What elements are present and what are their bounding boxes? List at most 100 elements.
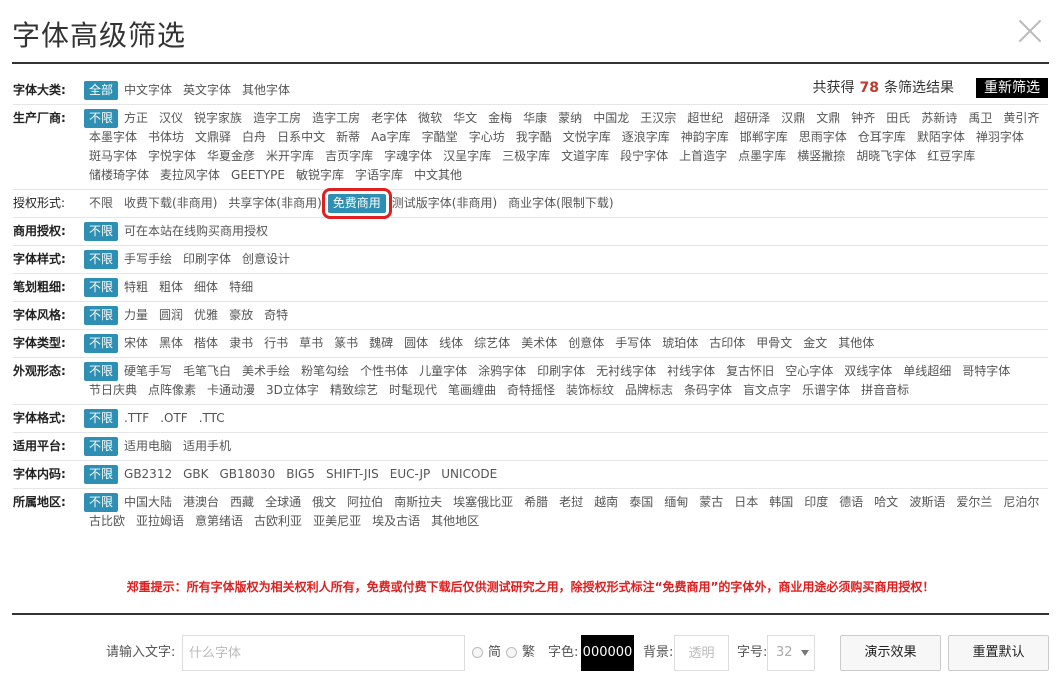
filter-option[interactable]: 硬笔手写 bbox=[119, 362, 177, 381]
filter-option[interactable]: 不限 bbox=[84, 465, 119, 484]
filter-option[interactable]: 锐字家族 bbox=[189, 109, 247, 128]
filter-option[interactable]: 我字酷 bbox=[511, 128, 557, 147]
filter-option[interactable]: 不限 bbox=[84, 222, 119, 241]
filter-option[interactable]: SHIFT-JIS bbox=[321, 465, 384, 484]
filter-option[interactable]: 黑体 bbox=[154, 334, 188, 353]
filter-option[interactable]: 禹卫 bbox=[963, 109, 997, 128]
filter-option[interactable]: 宋体 bbox=[119, 334, 153, 353]
filter-option[interactable]: .TTC bbox=[194, 409, 230, 428]
filter-option[interactable]: 收费下载(非商用) bbox=[119, 194, 222, 213]
filter-option[interactable]: 商业字体(限制下载) bbox=[503, 194, 618, 213]
filter-option[interactable]: 不限 bbox=[84, 194, 118, 213]
filter-option[interactable]: 共享字体(非商用) bbox=[223, 194, 326, 213]
filter-option[interactable]: 上首造字 bbox=[674, 147, 732, 166]
filter-option[interactable]: 日本 bbox=[729, 493, 763, 512]
filter-option[interactable]: 古欧利亚 bbox=[249, 512, 307, 531]
filter-option[interactable]: 手写体 bbox=[610, 334, 656, 353]
filter-option[interactable]: 缅甸 bbox=[659, 493, 693, 512]
filter-option[interactable]: 泰国 bbox=[624, 493, 658, 512]
filter-option[interactable]: 字语字库 bbox=[350, 166, 408, 185]
filter-option[interactable]: 甲骨文 bbox=[751, 334, 797, 353]
filter-option[interactable]: 点阵像素 bbox=[143, 381, 201, 400]
filter-option[interactable]: 魏碑 bbox=[364, 334, 398, 353]
filter-option[interactable]: 不限 bbox=[84, 437, 119, 456]
filter-option[interactable]: 王汉宗 bbox=[635, 109, 681, 128]
filter-option[interactable]: 胡晓飞字体 bbox=[851, 147, 921, 166]
filter-option[interactable]: 超研泽 bbox=[729, 109, 775, 128]
filter-option[interactable]: 行书 bbox=[259, 334, 293, 353]
filter-option[interactable]: 可在本站在线购买商用授权 bbox=[119, 222, 273, 241]
filter-option[interactable]: 不限 bbox=[84, 250, 119, 269]
filter-option[interactable]: 亚美尼亚 bbox=[308, 512, 366, 531]
filter-option[interactable]: .TTF bbox=[119, 409, 154, 428]
reset-default-button[interactable]: 重置默认 bbox=[948, 635, 1049, 671]
filter-option[interactable]: 尼泊尔 bbox=[998, 493, 1044, 512]
filter-option[interactable]: 不限 bbox=[84, 409, 119, 428]
filter-option[interactable]: GEETYPE bbox=[226, 166, 290, 185]
filter-option[interactable]: 逐浪字库 bbox=[617, 128, 675, 147]
filter-option[interactable]: 不限 bbox=[84, 306, 119, 325]
reset-filter-button[interactable]: 重新筛选 bbox=[976, 78, 1048, 98]
filter-option[interactable]: 禅羽字体 bbox=[971, 128, 1029, 147]
filter-option[interactable]: EUC-JP bbox=[385, 465, 436, 484]
filter-option[interactable]: 三极字库 bbox=[497, 147, 555, 166]
filter-option[interactable]: 华夏金彦 bbox=[202, 147, 260, 166]
filter-option[interactable]: 奇特摇怪 bbox=[502, 381, 560, 400]
filter-option[interactable]: 粗体 bbox=[154, 278, 188, 297]
filter-option[interactable]: 点墨字库 bbox=[733, 147, 791, 166]
filter-option[interactable]: 越南 bbox=[589, 493, 623, 512]
filter-option[interactable]: 单线超细 bbox=[898, 362, 956, 381]
filter-option[interactable]: 英文字体 bbox=[178, 81, 236, 100]
filter-option[interactable]: 黄引齐 bbox=[998, 109, 1044, 128]
filter-option[interactable]: 条码字体 bbox=[679, 381, 737, 400]
filter-option[interactable]: UNICODE bbox=[436, 465, 502, 484]
filter-option[interactable]: 德语 bbox=[834, 493, 868, 512]
filter-option[interactable]: 无衬线字体 bbox=[591, 362, 661, 381]
filter-option[interactable]: 苏新诗 bbox=[916, 109, 962, 128]
filter-option[interactable]: 储楼琦字体 bbox=[84, 166, 154, 185]
filter-option[interactable]: 创意体 bbox=[563, 334, 609, 353]
filter-option[interactable]: 不限 bbox=[84, 334, 119, 353]
filter-option[interactable]: 复古怀旧 bbox=[721, 362, 779, 381]
filter-option[interactable]: 韩国 bbox=[764, 493, 798, 512]
filter-option[interactable]: 创意设计 bbox=[237, 250, 295, 269]
filter-option[interactable]: 美术体 bbox=[516, 334, 562, 353]
filter-option[interactable]: 笔画缠曲 bbox=[443, 381, 501, 400]
filter-option[interactable]: 不限 bbox=[84, 493, 119, 512]
filter-option[interactable]: 吉页字库 bbox=[320, 147, 378, 166]
filter-option[interactable]: 钟齐 bbox=[846, 109, 880, 128]
filter-option[interactable]: 毛笔飞白 bbox=[178, 362, 236, 381]
filter-option[interactable]: 印度 bbox=[799, 493, 833, 512]
filter-option[interactable]: 造字工房 bbox=[248, 109, 306, 128]
traditional-radio[interactable] bbox=[506, 647, 517, 658]
filter-option[interactable]: 思雨字体 bbox=[794, 128, 852, 147]
filter-option[interactable]: .OTF bbox=[155, 409, 193, 428]
filter-option[interactable]: 文鼎驿 bbox=[190, 128, 236, 147]
filter-option[interactable]: 超世纪 bbox=[682, 109, 728, 128]
filter-option[interactable]: 印刷字体 bbox=[178, 250, 236, 269]
filter-option[interactable]: 适用手机 bbox=[178, 437, 236, 456]
filter-option[interactable]: 米开字库 bbox=[261, 147, 319, 166]
filter-option[interactable]: 手写手绘 bbox=[119, 250, 177, 269]
filter-option[interactable]: 精致综艺 bbox=[325, 381, 383, 400]
filter-option[interactable]: 蒙古 bbox=[694, 493, 728, 512]
filter-option[interactable]: Aa字库 bbox=[366, 128, 416, 147]
filter-option[interactable]: 中国龙 bbox=[588, 109, 634, 128]
preview-text-input[interactable] bbox=[182, 635, 465, 671]
filter-option[interactable]: 特粗 bbox=[119, 278, 153, 297]
filter-option[interactable]: 其他体 bbox=[833, 334, 879, 353]
filter-option[interactable]: 粉笔勾绘 bbox=[296, 362, 354, 381]
filter-option[interactable]: 微软 bbox=[413, 109, 447, 128]
filter-option[interactable]: 邯郸字库 bbox=[735, 128, 793, 147]
filter-option[interactable]: 红豆字库 bbox=[922, 147, 980, 166]
filter-option[interactable]: BIG5 bbox=[281, 465, 320, 484]
filter-option[interactable]: 中国大陆 bbox=[119, 493, 177, 512]
filter-option[interactable]: 古印体 bbox=[704, 334, 750, 353]
filter-option[interactable]: 时髦现代 bbox=[384, 381, 442, 400]
filter-option[interactable]: 圆体 bbox=[399, 334, 433, 353]
filter-option[interactable]: 华文 bbox=[448, 109, 482, 128]
filter-option[interactable]: 不限 bbox=[84, 278, 119, 297]
filter-option[interactable]: 篆书 bbox=[329, 334, 363, 353]
filter-option[interactable]: 盲文点字 bbox=[738, 381, 796, 400]
filter-option[interactable]: 隶书 bbox=[224, 334, 258, 353]
